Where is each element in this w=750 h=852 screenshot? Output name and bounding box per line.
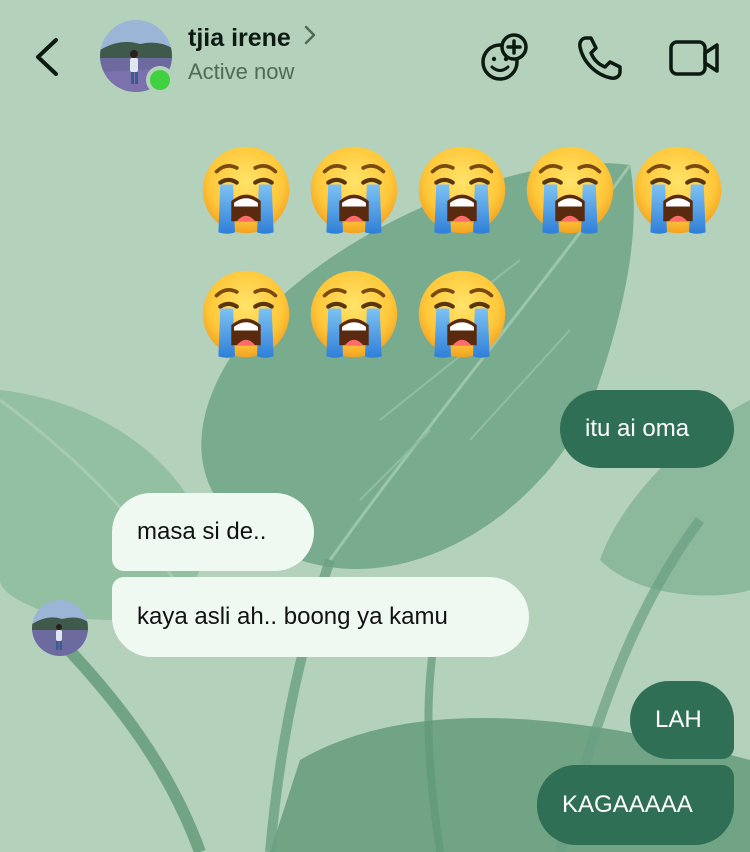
emoji-message-row-1[interactable] <box>200 144 724 236</box>
contact-name: tjia irene <box>188 24 291 52</box>
crying-face-emoji <box>524 144 616 236</box>
crying-face-emoji <box>308 144 400 236</box>
outgoing-message[interactable]: itu ai oma <box>560 390 734 468</box>
active-status: Active now <box>188 59 295 84</box>
video-camera-icon[interactable] <box>668 32 720 84</box>
chat-header: tjia irene Active now <box>0 0 750 112</box>
outgoing-message[interactable]: KAGAAAAA <box>537 765 734 845</box>
message-text: masa si de.. <box>137 518 267 545</box>
outgoing-message[interactable]: LAH <box>630 681 734 759</box>
message-text: itu ai oma <box>585 415 690 442</box>
crying-face-emoji <box>200 144 292 236</box>
message-text: LAH <box>655 706 702 733</box>
emoji-plus-icon[interactable] <box>478 32 530 84</box>
crying-face-emoji <box>632 144 724 236</box>
incoming-message[interactable]: kaya asli ah.. boong ya kamu <box>112 577 529 657</box>
incoming-message[interactable]: masa si de.. <box>112 493 314 571</box>
phone-icon[interactable] <box>574 32 626 84</box>
online-status-dot <box>146 66 174 94</box>
crying-face-emoji <box>200 268 292 360</box>
message-text: KAGAAAAA <box>562 791 693 818</box>
chevron-left-icon[interactable] <box>30 34 64 80</box>
chevron-right-icon <box>305 25 316 45</box>
crying-face-emoji <box>416 144 508 236</box>
emoji-message-row-2[interactable] <box>200 268 508 360</box>
message-text: kaya asli ah.. boong ya kamu <box>137 603 448 630</box>
sender-avatar[interactable] <box>32 600 88 656</box>
crying-face-emoji <box>308 268 400 360</box>
crying-face-emoji <box>416 268 508 360</box>
contact-name-block[interactable]: tjia irene Active now <box>188 24 317 85</box>
